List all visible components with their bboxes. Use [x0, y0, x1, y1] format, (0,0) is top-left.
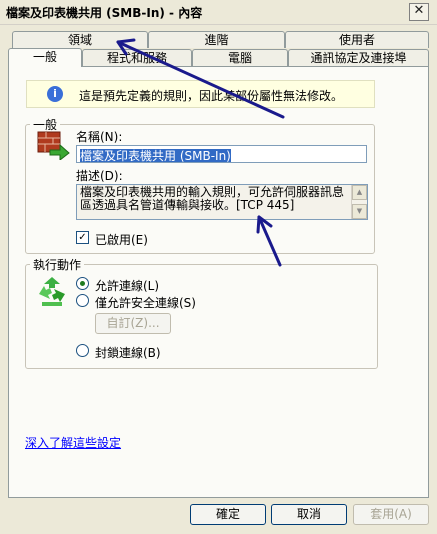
customize-button[interactable]: 自訂(Z)... — [95, 313, 171, 334]
scroll-up-icon[interactable]: ▲ — [352, 185, 367, 200]
description-scrollbar[interactable]: ▲ ▼ — [351, 185, 367, 219]
allow-secure-label: 僅允許安全連線(S) — [95, 296, 196, 310]
customize-label: 自訂(Z)... — [106, 316, 160, 330]
tab-general[interactable]: 一般 — [8, 48, 82, 67]
tab-users[interactable]: 使用者 — [285, 31, 429, 48]
enabled-checkbox[interactable]: ✓ — [76, 231, 89, 244]
info-bar: i 這是預先定義的規則，因此某部份屬性無法修改。 — [26, 80, 375, 108]
firewall-rule-icon — [36, 128, 70, 162]
block-connection-radio[interactable] — [76, 344, 89, 357]
tab-label: 進階 — [204, 33, 229, 47]
cancel-button[interactable]: 取消 — [271, 504, 347, 525]
info-icon: i — [47, 86, 63, 102]
tab-computers[interactable]: 電腦 — [192, 49, 288, 66]
tab-label: 程式和服務 — [106, 51, 167, 65]
apply-button[interactable]: 套用(A) — [353, 504, 429, 525]
allow-secure-radio[interactable] — [76, 294, 89, 307]
block-connection-label: 封鎖連線(B) — [95, 346, 161, 360]
enabled-label: 已啟用(E) — [95, 233, 148, 247]
description-field[interactable]: 檔案及印表機共用的輸入規則，可允許伺服器訊息區透過具名管道傳輸與接收。[TCP … — [76, 184, 368, 220]
tab-advanced[interactable]: 進階 — [148, 31, 285, 48]
close-button[interactable]: ✕ — [409, 3, 429, 21]
title-bar: 檔案及印表機共用 (SMB-In) - 內容 ✕ — [0, 0, 437, 25]
learn-more-link[interactable]: 深入了解這些設定 — [25, 434, 121, 451]
apply-label: 套用(A) — [370, 507, 412, 521]
tab-label: 一般 — [32, 50, 57, 64]
tab-label: 通訊協定及連接埠 — [310, 51, 407, 65]
allow-connection-label: 允許連線(L) — [95, 279, 160, 293]
name-label: 名稱(N): — [76, 130, 123, 144]
name-value: 檔案及印表機共用 (SMB-In) — [80, 149, 231, 163]
ok-label: 確定 — [215, 507, 240, 521]
recycle-arrows-icon — [34, 274, 70, 310]
tab-domain[interactable]: 領域 — [12, 31, 148, 48]
ok-button[interactable]: 確定 — [190, 504, 266, 525]
tab-label: 使用者 — [338, 33, 375, 47]
description-label: 描述(D): — [76, 169, 123, 183]
allow-connection-radio[interactable] — [76, 277, 89, 290]
tab-label: 電腦 — [227, 51, 252, 65]
name-field[interactable]: 檔案及印表機共用 (SMB-In) — [76, 145, 367, 163]
close-icon: ✕ — [413, 3, 425, 18]
window-title: 檔案及印表機共用 (SMB-In) - 內容 — [6, 6, 203, 20]
scroll-down-icon[interactable]: ▼ — [352, 204, 367, 219]
action-group-label: 執行動作 — [30, 256, 85, 273]
info-text: 這是預先定義的規則，因此某部份屬性無法修改。 — [79, 89, 344, 103]
tab-label: 領域 — [67, 33, 92, 47]
cancel-label: 取消 — [296, 507, 321, 521]
description-value: 檔案及印表機共用的輸入規則，可允許伺服器訊息區透過具名管道傳輸與接收。[TCP … — [80, 185, 345, 212]
tab-protocols-ports[interactable]: 通訊協定及連接埠 — [288, 49, 429, 66]
tab-programs-services[interactable]: 程式和服務 — [82, 49, 192, 66]
